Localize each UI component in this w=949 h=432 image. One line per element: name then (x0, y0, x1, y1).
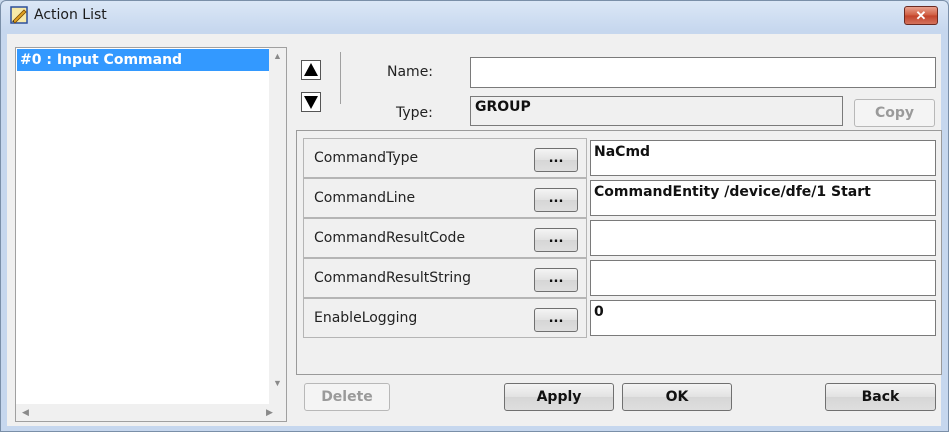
action-listbox[interactable]: #0 : Input Command ▲ ▼ ◀ ▶ (15, 47, 287, 422)
property-edit-button[interactable]: ... (534, 268, 578, 292)
property-name: CommandLine (314, 190, 416, 206)
property-name: CommandResultString (314, 270, 471, 286)
property-value-input[interactable]: 0 (590, 300, 936, 336)
down-triangle-icon (301, 92, 321, 112)
name-input[interactable] (470, 57, 936, 88)
copy-button[interactable]: Copy (854, 99, 935, 127)
apply-button[interactable]: Apply (504, 383, 614, 411)
scroll-right-icon[interactable]: ▶ (266, 407, 273, 418)
arrow-separator (340, 52, 341, 104)
property-edit-button[interactable]: ... (534, 188, 578, 212)
property-name: EnableLogging (314, 310, 418, 326)
pencil-ruler-icon (10, 6, 28, 24)
back-button[interactable]: Back (825, 383, 936, 411)
property-name-cell: CommandResultCode ... (303, 218, 587, 258)
property-row-commandtype: CommandType ... NaCmd (303, 138, 939, 178)
property-name: CommandType (314, 150, 419, 166)
delete-button[interactable]: Delete (304, 383, 390, 411)
property-name-cell: CommandLine ... (303, 178, 587, 218)
property-name: CommandResultCode (314, 230, 466, 246)
vertical-scrollbar[interactable]: ▲ ▼ (269, 48, 286, 405)
property-edit-button[interactable]: ... (534, 148, 578, 172)
ok-button[interactable]: OK (622, 383, 732, 411)
property-value-input[interactable]: NaCmd (590, 140, 936, 176)
close-icon: ✕ (915, 8, 927, 23)
property-name-cell: CommandType ... (303, 138, 587, 178)
scroll-down-icon[interactable]: ▼ (273, 378, 282, 388)
property-name-cell: EnableLogging ... (303, 298, 587, 338)
type-label: Type: (396, 105, 433, 121)
property-row-enablelogging: EnableLogging ... 0 (303, 298, 939, 338)
property-value-input[interactable] (590, 220, 936, 256)
property-name-cell: CommandResultString ... (303, 258, 587, 298)
move-up-button[interactable] (301, 60, 321, 80)
property-value-input[interactable]: CommandEntity /device/dfe/1 Start (590, 180, 936, 216)
property-row-commandline: CommandLine ... CommandEntity /device/df… (303, 178, 939, 218)
title-bar[interactable]: Action List ✕ (1, 1, 948, 31)
name-label: Name: (387, 64, 434, 80)
property-edit-button[interactable]: ... (534, 308, 578, 332)
up-triangle-icon (301, 60, 321, 80)
scroll-up-icon[interactable]: ▲ (273, 51, 282, 61)
move-down-button[interactable] (301, 92, 321, 112)
property-edit-button[interactable]: ... (534, 228, 578, 252)
close-button[interactable]: ✕ (904, 6, 938, 25)
property-row-commandresultcode: CommandResultCode ... (303, 218, 939, 258)
window-title: Action List (34, 7, 107, 23)
property-row-commandresultstring: CommandResultString ... (303, 258, 939, 298)
scroll-left-icon[interactable]: ◀ (22, 407, 29, 418)
type-field: GROUP (470, 96, 843, 126)
horizontal-scrollbar[interactable]: ◀ ▶ (16, 404, 286, 421)
list-item[interactable]: #0 : Input Command (17, 49, 269, 71)
property-value-input[interactable] (590, 260, 936, 296)
